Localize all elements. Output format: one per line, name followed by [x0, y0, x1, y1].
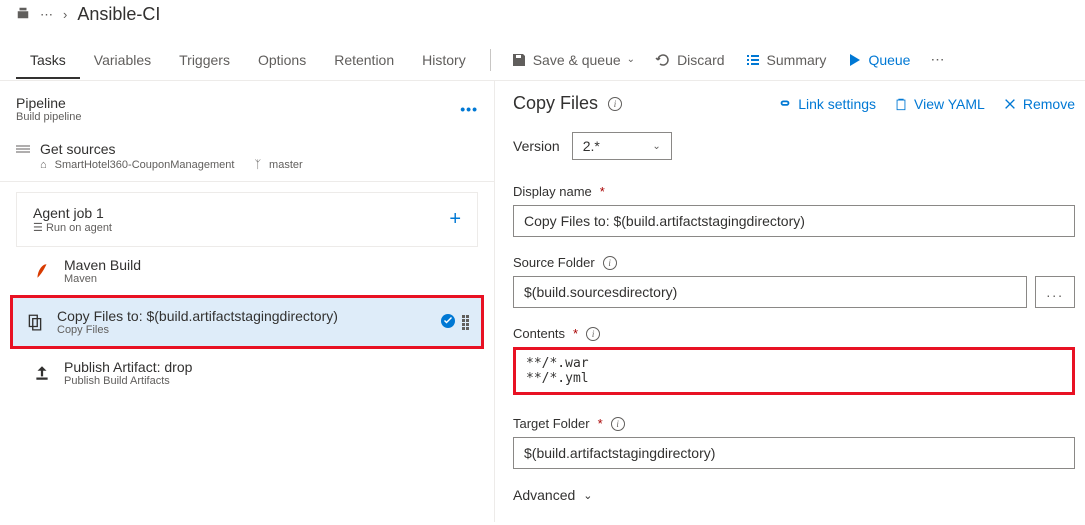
advanced-section-toggle[interactable]: Advanced ⌄ — [513, 487, 1075, 503]
add-task-button[interactable]: + — [449, 208, 461, 231]
breadcrumb: ⋯ › Ansible-CI — [0, 0, 1085, 27]
repo-name: SmartHotel360-CouponManagement — [55, 159, 235, 171]
summary-button[interactable]: Summary — [735, 46, 837, 74]
link-icon — [778, 97, 792, 111]
version-value: 2.* — [583, 138, 600, 154]
task-row-publish[interactable]: Publish Artifact: drop Publish Build Art… — [16, 349, 478, 397]
tab-options[interactable]: Options — [244, 42, 320, 78]
info-icon[interactable]: i — [611, 417, 625, 431]
main-content: Pipeline Build pipeline ••• Get sources … — [0, 81, 1085, 522]
agent-job-title: Agent job 1 — [33, 205, 112, 221]
check-icon — [440, 313, 456, 332]
repo-icon: ⌂ — [40, 159, 47, 171]
get-sources-label: Get sources — [40, 141, 115, 157]
source-folder-label: Source Folder i — [513, 255, 1075, 270]
ellipsis-icon[interactable]: ⋯ — [40, 7, 53, 23]
sources-icon — [16, 141, 30, 157]
info-icon[interactable]: i — [603, 256, 617, 270]
task-title: Publish Artifact: drop — [64, 359, 192, 375]
details-title: Copy Files — [513, 93, 598, 114]
version-label: Version — [513, 138, 560, 154]
divider — [490, 49, 491, 71]
save-queue-button[interactable]: Save & queue ⌄ — [501, 46, 645, 74]
link-settings-button[interactable]: Link settings — [778, 96, 876, 112]
task-sub: Maven — [64, 273, 141, 285]
page-title: Ansible-CI — [77, 4, 160, 25]
play-icon — [846, 52, 862, 68]
save-queue-label: Save & queue — [533, 52, 621, 68]
remove-label: Remove — [1023, 96, 1075, 112]
agent-job-sub: ☰ Run on agent — [33, 221, 112, 234]
save-icon — [511, 52, 527, 68]
details-title-row: Copy Files i — [513, 93, 622, 114]
pipeline-header[interactable]: Pipeline Build pipeline ••• — [0, 87, 494, 131]
advanced-label: Advanced — [513, 487, 575, 503]
tab-history[interactable]: History — [408, 42, 480, 78]
contents-label: Contents* i — [513, 326, 1075, 341]
chevron-down-icon: ⌄ — [583, 489, 592, 502]
chevron-down-icon: ⌄ — [652, 141, 660, 152]
branch-name: master — [269, 159, 303, 171]
view-yaml-button[interactable]: View YAML — [894, 96, 985, 112]
list-icon — [745, 52, 761, 68]
project-icon — [16, 6, 30, 23]
tab-tasks[interactable]: Tasks — [16, 42, 80, 78]
task-sub: Publish Build Artifacts — [64, 375, 192, 387]
view-yaml-label: View YAML — [914, 96, 985, 112]
link-settings-label: Link settings — [798, 96, 876, 112]
target-folder-label: Target Folder* i — [513, 416, 1075, 431]
pipeline-panel: Pipeline Build pipeline ••• Get sources … — [0, 81, 495, 522]
pipeline-more-icon[interactable]: ••• — [460, 101, 478, 117]
tab-retention[interactable]: Retention — [320, 42, 408, 78]
close-icon — [1003, 97, 1017, 111]
ellipsis-icon: ... — [1046, 284, 1064, 300]
drag-handle-icon[interactable] — [462, 315, 469, 330]
clipboard-icon — [894, 97, 908, 111]
tab-variables[interactable]: Variables — [80, 42, 165, 78]
pipeline-sub: Build pipeline — [16, 111, 81, 123]
agent-job-row[interactable]: Agent job 1 ☰ Run on agent + — [16, 192, 478, 247]
browse-button[interactable]: ... — [1035, 276, 1075, 308]
queue-button[interactable]: Queue — [836, 46, 920, 74]
task-title: Maven Build — [64, 257, 141, 273]
server-icon: ☰ — [33, 222, 43, 234]
info-icon[interactable]: i — [608, 97, 622, 111]
queue-label: Queue — [868, 52, 910, 68]
task-row-copyfiles[interactable]: Copy Files to: $(build.artifactstagingdi… — [10, 295, 484, 349]
remove-button[interactable]: Remove — [1003, 96, 1075, 112]
summary-label: Summary — [767, 52, 827, 68]
info-icon[interactable]: i — [586, 327, 600, 341]
ellipsis-icon: ⋯ — [930, 51, 944, 68]
undo-icon — [655, 52, 671, 68]
pipeline-name: Pipeline — [16, 95, 81, 111]
display-name-input[interactable] — [513, 205, 1075, 237]
tab-triggers[interactable]: Triggers — [165, 42, 244, 78]
get-sources-row[interactable]: Get sources ⌂ SmartHotel360-CouponManage… — [0, 131, 494, 182]
discard-label: Discard — [677, 52, 724, 68]
target-folder-input[interactable] — [513, 437, 1075, 469]
contents-input[interactable] — [513, 347, 1075, 395]
publish-icon — [32, 363, 52, 383]
discard-button[interactable]: Discard — [645, 46, 734, 74]
task-title: Copy Files to: $(build.artifactstagingdi… — [57, 308, 338, 324]
source-folder-input[interactable] — [513, 276, 1027, 308]
chevron-down-icon: ⌄ — [627, 54, 635, 65]
version-select[interactable]: 2.* ⌄ — [572, 132, 672, 160]
copy-icon — [25, 312, 45, 332]
branch-icon: ᛉ — [254, 159, 261, 171]
task-row-maven[interactable]: Maven Build Maven — [16, 247, 478, 295]
tabs-bar: Tasks Variables Triggers Options Retenti… — [0, 39, 1085, 81]
more-button[interactable]: ⋯ — [920, 45, 954, 74]
task-sub: Copy Files — [57, 324, 338, 336]
display-name-label: Display name* — [513, 184, 1075, 199]
task-details-panel: Copy Files i Link settings View YAML Rem… — [495, 81, 1085, 522]
chevron-right-icon: › — [63, 7, 67, 22]
maven-icon — [32, 261, 52, 281]
